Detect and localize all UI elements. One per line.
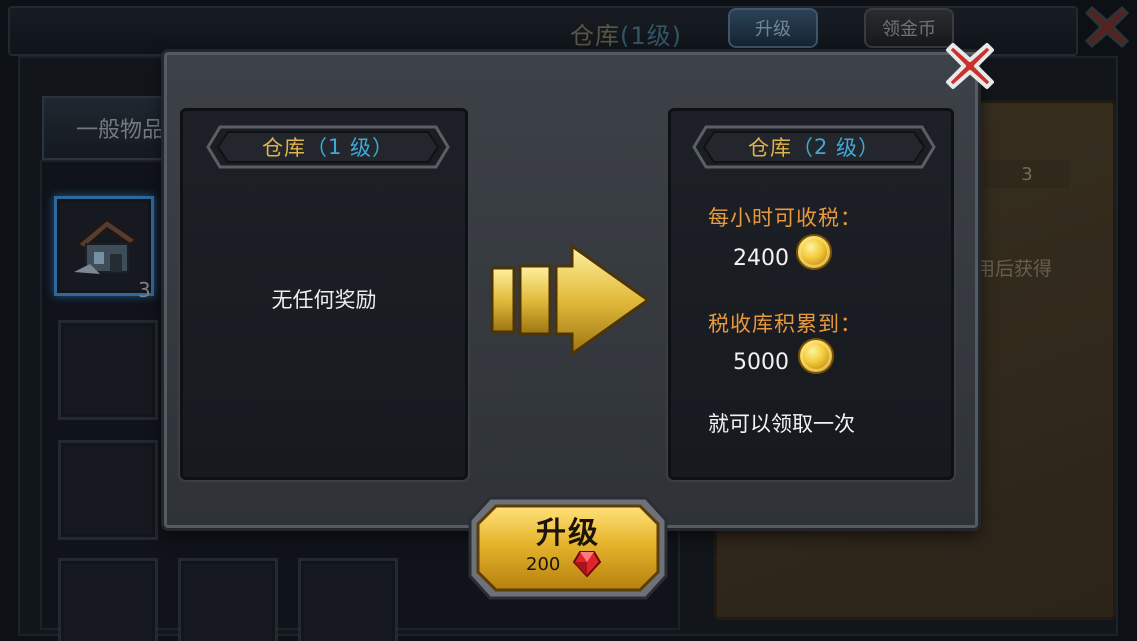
next-level-title: 仓库 （ 2 级 ） — [692, 125, 936, 169]
storage-limit-value: 5000 — [733, 350, 789, 375]
tax-per-hour-label: 每小时可收税： — [708, 206, 862, 230]
gold-coin-icon — [798, 338, 834, 374]
no-reward-text: 无任何奖励 — [271, 288, 377, 312]
collect-note: 就可以领取一次 — [708, 412, 855, 436]
arrow-right-icon — [490, 243, 651, 357]
storage-limit-label: 税收库积累到： — [708, 312, 862, 336]
tax-per-hour-value: 2400 — [733, 246, 789, 271]
ruby-gem-icon — [572, 551, 602, 578]
upgrade-cost: 200 — [526, 554, 561, 575]
upgrade-button[interactable]: 升级 — [468, 496, 668, 600]
close-icon[interactable] — [944, 40, 996, 92]
gold-coin-icon — [796, 234, 832, 270]
current-level-title: 仓库 （ 1 级 ） — [206, 125, 450, 169]
game-screen: 仓库(1级) 升级 领金币 一般物品 3 3 用后获得 仓库 （ 1 级 ） 无… — [0, 0, 1137, 641]
upgrade-button-label: 升级 — [536, 516, 600, 551]
